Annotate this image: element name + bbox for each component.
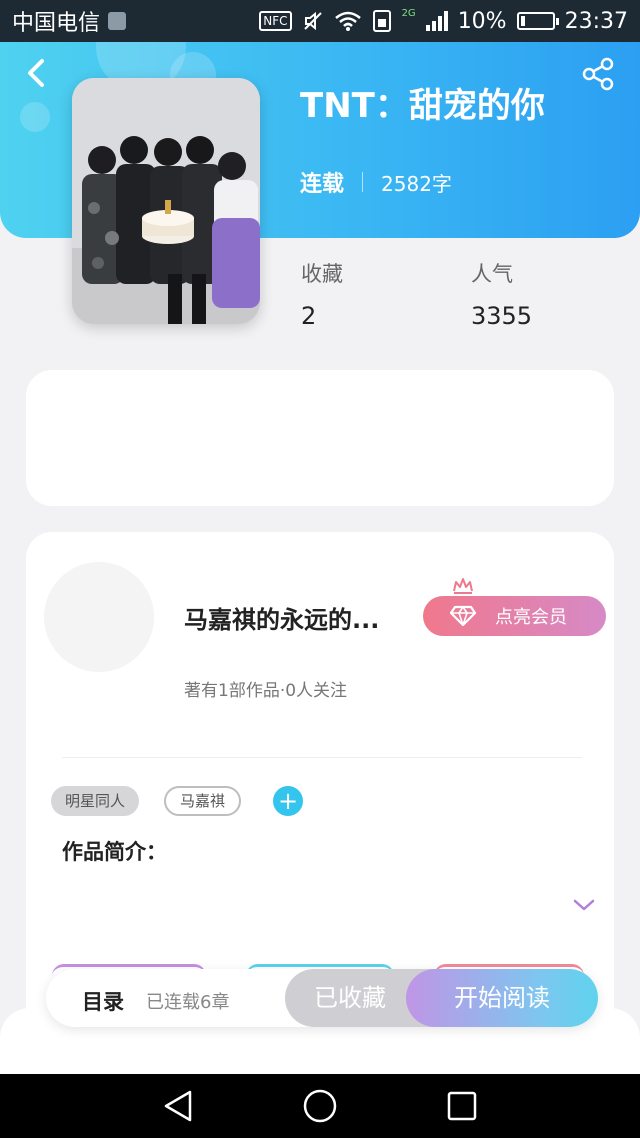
author-name[interactable]: 马嘉祺的永远的... [184, 600, 379, 635]
crown-icon [453, 578, 473, 594]
divider [62, 757, 582, 758]
sim-icon [372, 10, 391, 32]
toc-button[interactable]: 目录 [82, 986, 124, 1016]
battery-percent: 10% [457, 8, 507, 34]
book-cover[interactable] [72, 78, 260, 324]
carrier-label: 中国电信 [12, 11, 101, 36]
serial-status: 连载 [300, 172, 345, 197]
nav-recent-icon[interactable] [442, 1086, 482, 1126]
mute-icon [303, 11, 322, 31]
popularity-stat: 人气 3355 [471, 258, 532, 330]
battery-icon [516, 12, 559, 30]
word-count: 2582字 [381, 171, 452, 196]
wifi-icon [334, 11, 361, 31]
add-tag-button[interactable]: + [273, 786, 303, 816]
signal-icon [425, 11, 448, 31]
network-type: 2G [401, 7, 416, 19]
vip-button-label: 点亮会员 [495, 607, 567, 628]
back-arrow-icon[interactable] [20, 56, 54, 90]
favorites-value: 2 [301, 302, 317, 330]
vip-button[interactable]: 点亮会员 [423, 596, 606, 636]
author-meta: 著有1部作品·0人关注 [184, 681, 348, 701]
nfc-icon: NFC [259, 11, 292, 31]
author-avatar[interactable] [44, 562, 154, 672]
notification-icon [108, 12, 127, 30]
start-reading-button[interactable]: 开始阅读 [406, 969, 598, 1027]
status-icons: NFC 2G 10% 23:37 [259, 7, 628, 34]
popularity-value: 3355 [471, 302, 533, 330]
book-status-row: 连载 2582字 [300, 166, 452, 198]
chapter-count: 已连载6章 [146, 992, 230, 1013]
nav-home-icon[interactable] [300, 1086, 340, 1126]
chevron-down-icon[interactable] [572, 896, 596, 914]
share-icon[interactable] [580, 56, 616, 92]
book-title: TNT：甜宠的你 [300, 86, 545, 126]
diamond-icon [449, 605, 477, 627]
popularity-label: 人气 [471, 262, 513, 286]
tag-star-fanfic[interactable]: 明星同人 [51, 786, 140, 816]
status-divider [362, 172, 364, 192]
status-bar: 中国电信 NFC 2G 10% 23:37 [0, 0, 640, 42]
nav-back-icon[interactable] [158, 1086, 198, 1126]
tag-author[interactable]: 马嘉祺 [164, 786, 242, 816]
favorites-stat: 收藏 2 [301, 258, 343, 330]
clock: 23:37 [564, 8, 628, 34]
intro-label: 作品简介： [62, 840, 167, 864]
favorites-label: 收藏 [301, 262, 343, 286]
carrier-group: 中国电信 [12, 5, 127, 37]
blank-card [26, 370, 614, 506]
